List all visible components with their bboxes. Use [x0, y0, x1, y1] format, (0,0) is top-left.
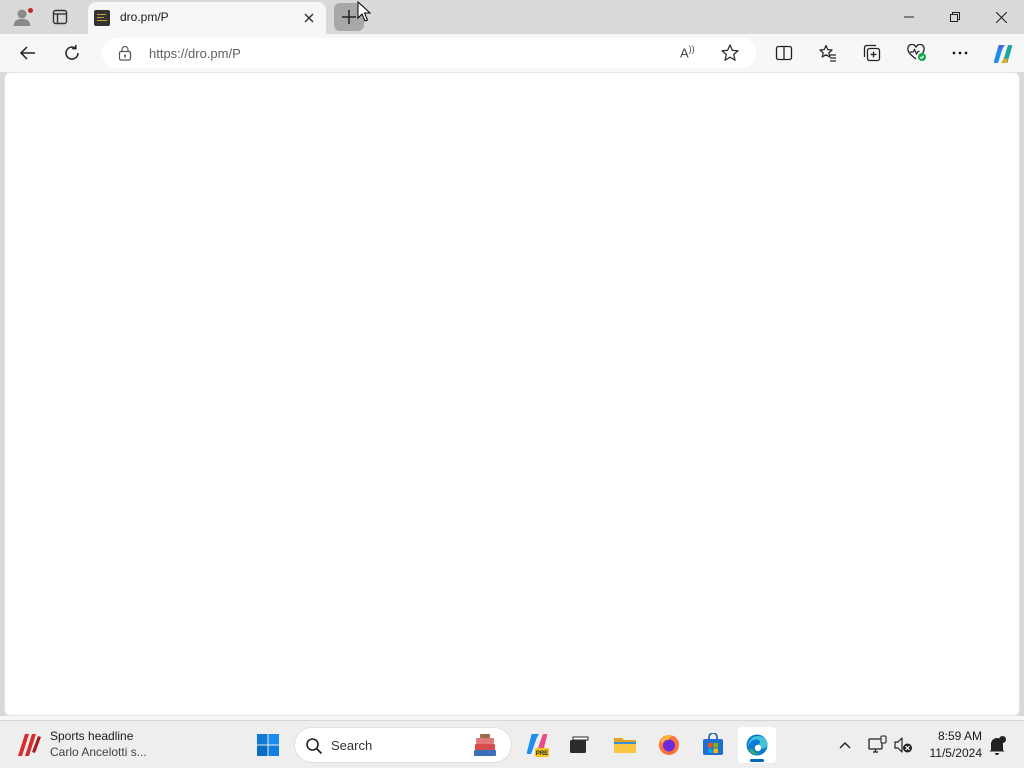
start-button[interactable]: [249, 727, 287, 763]
collections-button[interactable]: [856, 37, 888, 69]
read-aloud-icon[interactable]: A)): [680, 44, 700, 62]
task-view-icon: [570, 736, 589, 753]
copilot-app-icon: PRE: [526, 734, 549, 757]
browser-tab[interactable]: dro.pm/P: [88, 2, 326, 34]
tab-actions-button[interactable]: [46, 4, 74, 30]
windows-start-icon: [257, 734, 279, 756]
plus-icon: [342, 10, 356, 24]
minimize-icon: [904, 16, 914, 18]
chevron-up-icon[interactable]: [834, 735, 856, 755]
profile-notification-badge: [27, 7, 34, 14]
firefox-button[interactable]: [650, 727, 688, 763]
window-close-icon: [996, 12, 1007, 23]
favorites-icon: [819, 44, 836, 62]
clock-time: 8:59 AM: [937, 729, 982, 743]
favorites-button[interactable]: [812, 37, 844, 69]
widget-headline: Sports headline: [50, 729, 134, 743]
restore-button[interactable]: [932, 0, 978, 34]
mouse-cursor-icon: [357, 1, 371, 22]
title-bar: dro.pm/P: [0, 0, 1024, 34]
read-aloud-glyph: A: [680, 45, 689, 61]
network-icon[interactable]: [866, 734, 888, 756]
sports-news-icon: [18, 734, 41, 756]
page-viewport[interactable]: [4, 72, 1020, 716]
url-text[interactable]: https://dro.pm/P: [149, 46, 241, 61]
browser-essentials-button[interactable]: [900, 37, 932, 69]
svg-text:PRE: PRE: [536, 751, 548, 757]
news-widget[interactable]: Sports headline Carlo Ancelotti s...: [12, 726, 172, 764]
clock-date: 11/5/2024: [929, 746, 983, 760]
refresh-icon: [65, 45, 79, 60]
taskbar-search[interactable]: Search: [294, 727, 512, 763]
file-explorer-button[interactable]: [606, 727, 644, 763]
refresh-button[interactable]: [56, 37, 88, 69]
address-bar[interactable]: https://dro.pm/P A)): [102, 38, 756, 68]
maximize-icon: [950, 12, 960, 22]
lock-icon[interactable]: [118, 45, 132, 61]
window-close-button[interactable]: [978, 0, 1024, 34]
minimize-button[interactable]: [886, 0, 932, 34]
browser-essentials-icon: [907, 44, 926, 61]
search-highlight-books-icon: [474, 734, 496, 756]
back-button[interactable]: [12, 37, 44, 69]
favorite-star-icon[interactable]: [720, 43, 740, 63]
site-favicon: [94, 10, 110, 26]
copilot-app[interactable]: PRE: [518, 727, 556, 763]
tab-title: dro.pm/P: [120, 10, 169, 24]
more-icon: [952, 51, 968, 55]
widget-subtext: Carlo Ancelotti s...: [50, 745, 147, 759]
file-explorer-icon: [614, 738, 636, 753]
search-icon: [306, 738, 323, 755]
copilot-button[interactable]: [986, 37, 1018, 69]
volume-icon[interactable]: [892, 734, 914, 756]
browser-toolbar: https://dro.pm/P A)): [0, 34, 1024, 72]
split-screen-button[interactable]: [768, 37, 800, 69]
taskbar: Sports headline Carlo Ancelotti s... Sea…: [0, 720, 1024, 768]
close-icon[interactable]: [300, 9, 318, 27]
edge-button[interactable]: [738, 727, 776, 763]
back-arrow-icon: [19, 46, 35, 60]
system-clock[interactable]: 8:59 AM 11/5/2024: [918, 728, 983, 762]
edge-icon: [746, 734, 768, 756]
firefox-icon: [659, 735, 679, 755]
search-placeholder: Search: [331, 738, 373, 753]
profile-button[interactable]: [8, 4, 36, 30]
task-view-button[interactable]: [560, 727, 598, 763]
edge-running-indicator: [750, 759, 764, 762]
collections-icon: [863, 44, 881, 62]
microsoft-store-icon: [703, 733, 723, 755]
tab-actions-icon: [52, 9, 68, 25]
settings-and-more-button[interactable]: [944, 37, 976, 69]
notification-icon[interactable]: [986, 734, 1008, 756]
split-screen-icon: [775, 45, 793, 61]
microsoft-store-button[interactable]: [694, 727, 732, 763]
copilot-icon: [993, 45, 1013, 63]
